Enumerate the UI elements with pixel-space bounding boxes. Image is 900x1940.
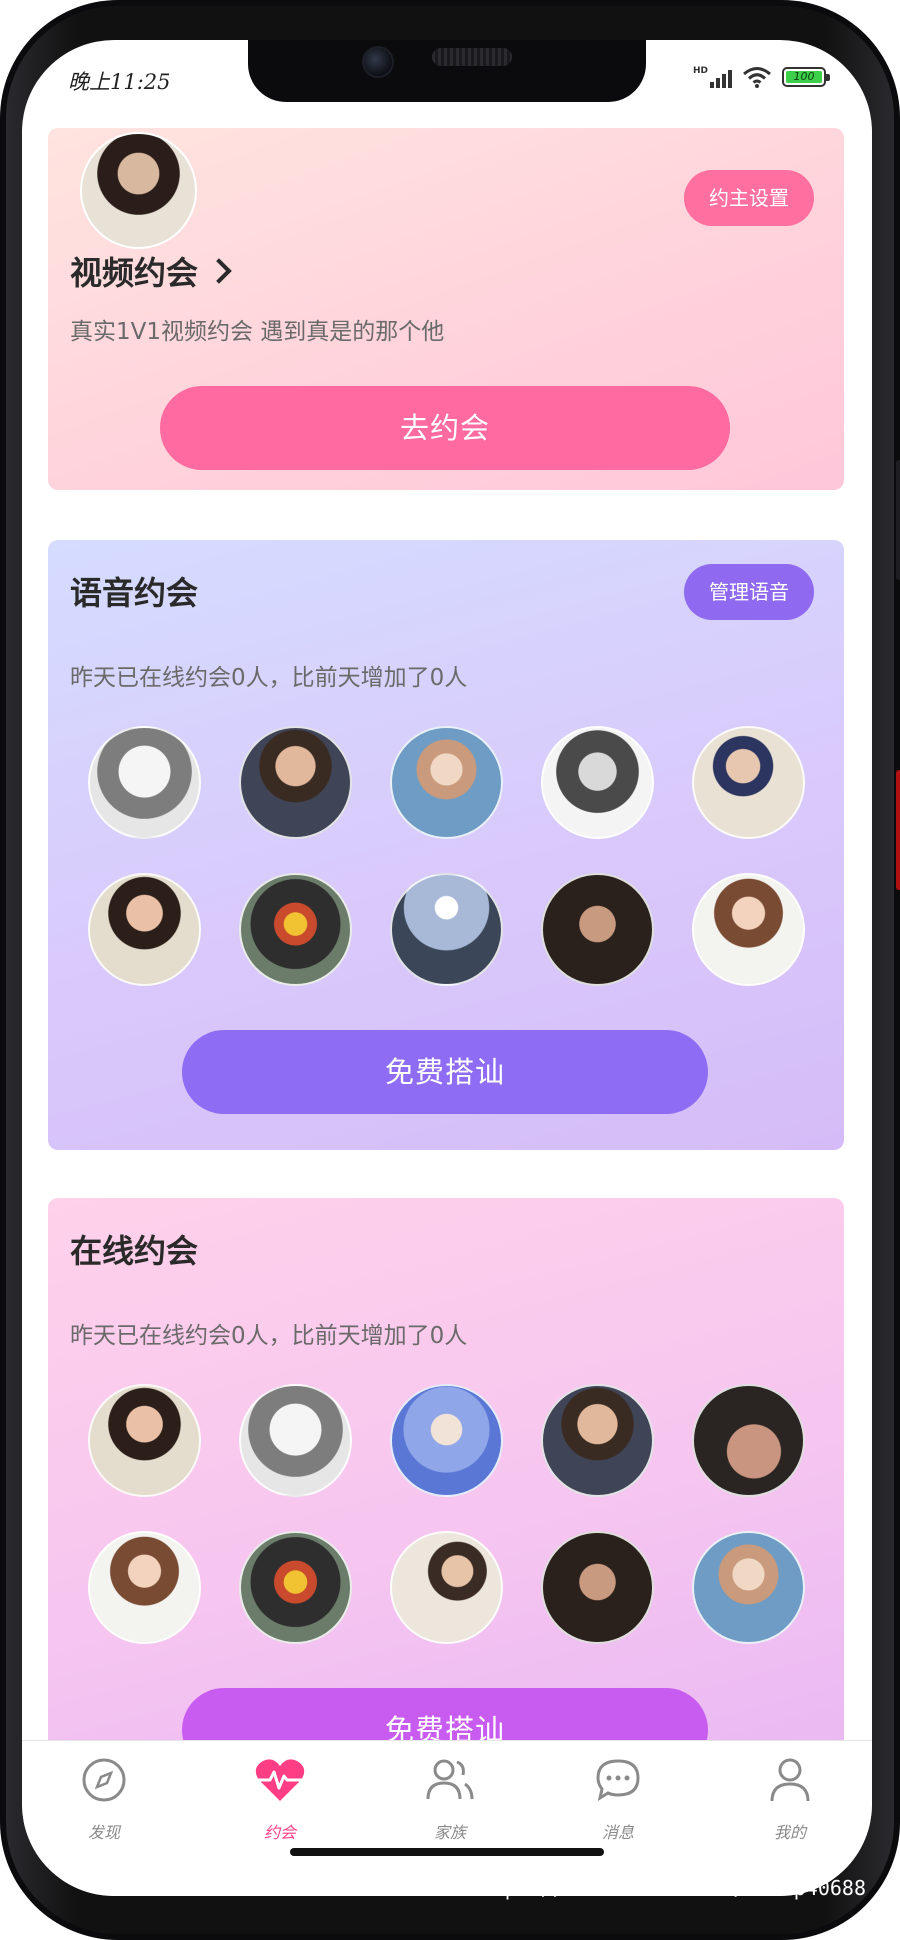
tab-label: 家族 <box>433 1823 466 1842</box>
wifi-icon <box>743 67 771 88</box>
tab-label: 我的 <box>773 1823 806 1842</box>
avatar[interactable] <box>390 873 503 986</box>
power-button <box>896 770 900 890</box>
signal-hd-label: HD <box>692 66 708 76</box>
tab-label: 发现 <box>87 1823 120 1842</box>
online-date-card: 在线约会 昨天已在线约会0人，比前天增加了0人 免费搭讪 <box>48 1198 844 1740</box>
voice-date-stats: 昨天已在线约会0人，比前天增加了0人 <box>70 665 468 691</box>
online-date-stats: 昨天已在线约会0人，比前天增加了0人 <box>70 1323 468 1349</box>
video-date-subtitle: 真实1V1视频约会 遇到真是的那个他 <box>70 319 445 345</box>
tab-family[interactable]: 家族 <box>390 1751 510 1843</box>
video-date-title[interactable]: 视频约会 <box>70 248 232 294</box>
signal-icon: HD <box>693 66 732 88</box>
notch <box>248 40 646 102</box>
group-icon <box>426 1759 474 1800</box>
phone-frame: 晚上11:25 HD 100 视频约会 真实1V1视频约会 遇到真是的那个他 约… <box>0 0 900 1940</box>
avatar[interactable] <box>88 1384 201 1497</box>
content-scroll[interactable]: 视频约会 真实1V1视频约会 遇到真是的那个他 约主设置 去约会 语音约会 管理… <box>22 40 872 1740</box>
voice-avatar-grid <box>88 726 805 986</box>
avatar[interactable] <box>390 726 503 839</box>
status-time: 晚上11:25 <box>68 70 171 94</box>
avatar[interactable] <box>541 873 654 986</box>
go-date-button[interactable]: 去约会 <box>160 386 730 470</box>
tab-label: 消息 <box>601 1823 634 1842</box>
home-indicator[interactable] <box>290 1848 604 1856</box>
heart-pulse-icon <box>255 1759 305 1801</box>
tab-messages[interactable]: 消息 <box>558 1751 678 1843</box>
avatar[interactable] <box>239 1531 352 1644</box>
avatar[interactable] <box>692 726 805 839</box>
avatar[interactable] <box>390 1384 503 1497</box>
avatar[interactable] <box>541 1531 654 1644</box>
screen: 晚上11:25 HD 100 视频约会 真实1V1视频约会 遇到真是的那个他 约… <box>22 40 872 1896</box>
avatar[interactable] <box>88 1531 201 1644</box>
avatar[interactable] <box>541 726 654 839</box>
compass-icon <box>82 1758 126 1802</box>
voice-free-chat-button[interactable]: 免费搭讪 <box>182 1030 708 1114</box>
online-avatar-grid <box>88 1384 805 1644</box>
avatar[interactable] <box>692 1384 805 1497</box>
status-icons: HD 100 <box>693 64 830 90</box>
avatar[interactable] <box>390 1531 503 1644</box>
voice-date-card: 语音约会 管理语音 昨天已在线约会0人，比前天增加了0人 免费搭讪 <box>48 540 844 1150</box>
host-settings-button[interactable]: 约主设置 <box>684 170 814 226</box>
avatar[interactable] <box>541 1384 654 1497</box>
avatar[interactable] <box>239 726 352 839</box>
person-icon <box>770 1758 810 1802</box>
avatar[interactable] <box>239 873 352 986</box>
battery-level: 100 <box>786 71 822 83</box>
online-free-chat-button[interactable]: 免费搭讪 <box>182 1688 708 1740</box>
volume-button <box>896 460 900 580</box>
avatar[interactable] <box>692 873 805 986</box>
avatar[interactable] <box>88 726 201 839</box>
voice-date-title: 语音约会 <box>70 574 199 612</box>
bottom-tab-bar: 发现 约会 家族 消息 我的 <box>22 1740 872 1896</box>
avatar[interactable] <box>88 873 201 986</box>
front-camera <box>362 46 394 78</box>
chevron-right-icon <box>206 258 232 284</box>
video-date-title-text: 视频约会 <box>70 254 199 292</box>
tab-discover[interactable]: 发现 <box>44 1751 164 1843</box>
battery-icon: 100 <box>782 67 830 87</box>
earpiece-speaker <box>432 48 512 66</box>
manage-voice-button[interactable]: 管理语音 <box>684 564 814 620</box>
tab-me[interactable]: 我的 <box>730 1751 850 1843</box>
tab-dating[interactable]: 约会 <box>220 1751 340 1843</box>
chat-bubble-icon <box>596 1759 640 1802</box>
tab-label: 约会 <box>263 1823 296 1842</box>
watermark-url: https://www.huzhan.com/ishop40688 <box>468 1876 866 1900</box>
online-date-title: 在线约会 <box>70 1232 199 1270</box>
avatar[interactable] <box>692 1531 805 1644</box>
host-avatar[interactable] <box>80 132 197 249</box>
avatar[interactable] <box>239 1384 352 1497</box>
